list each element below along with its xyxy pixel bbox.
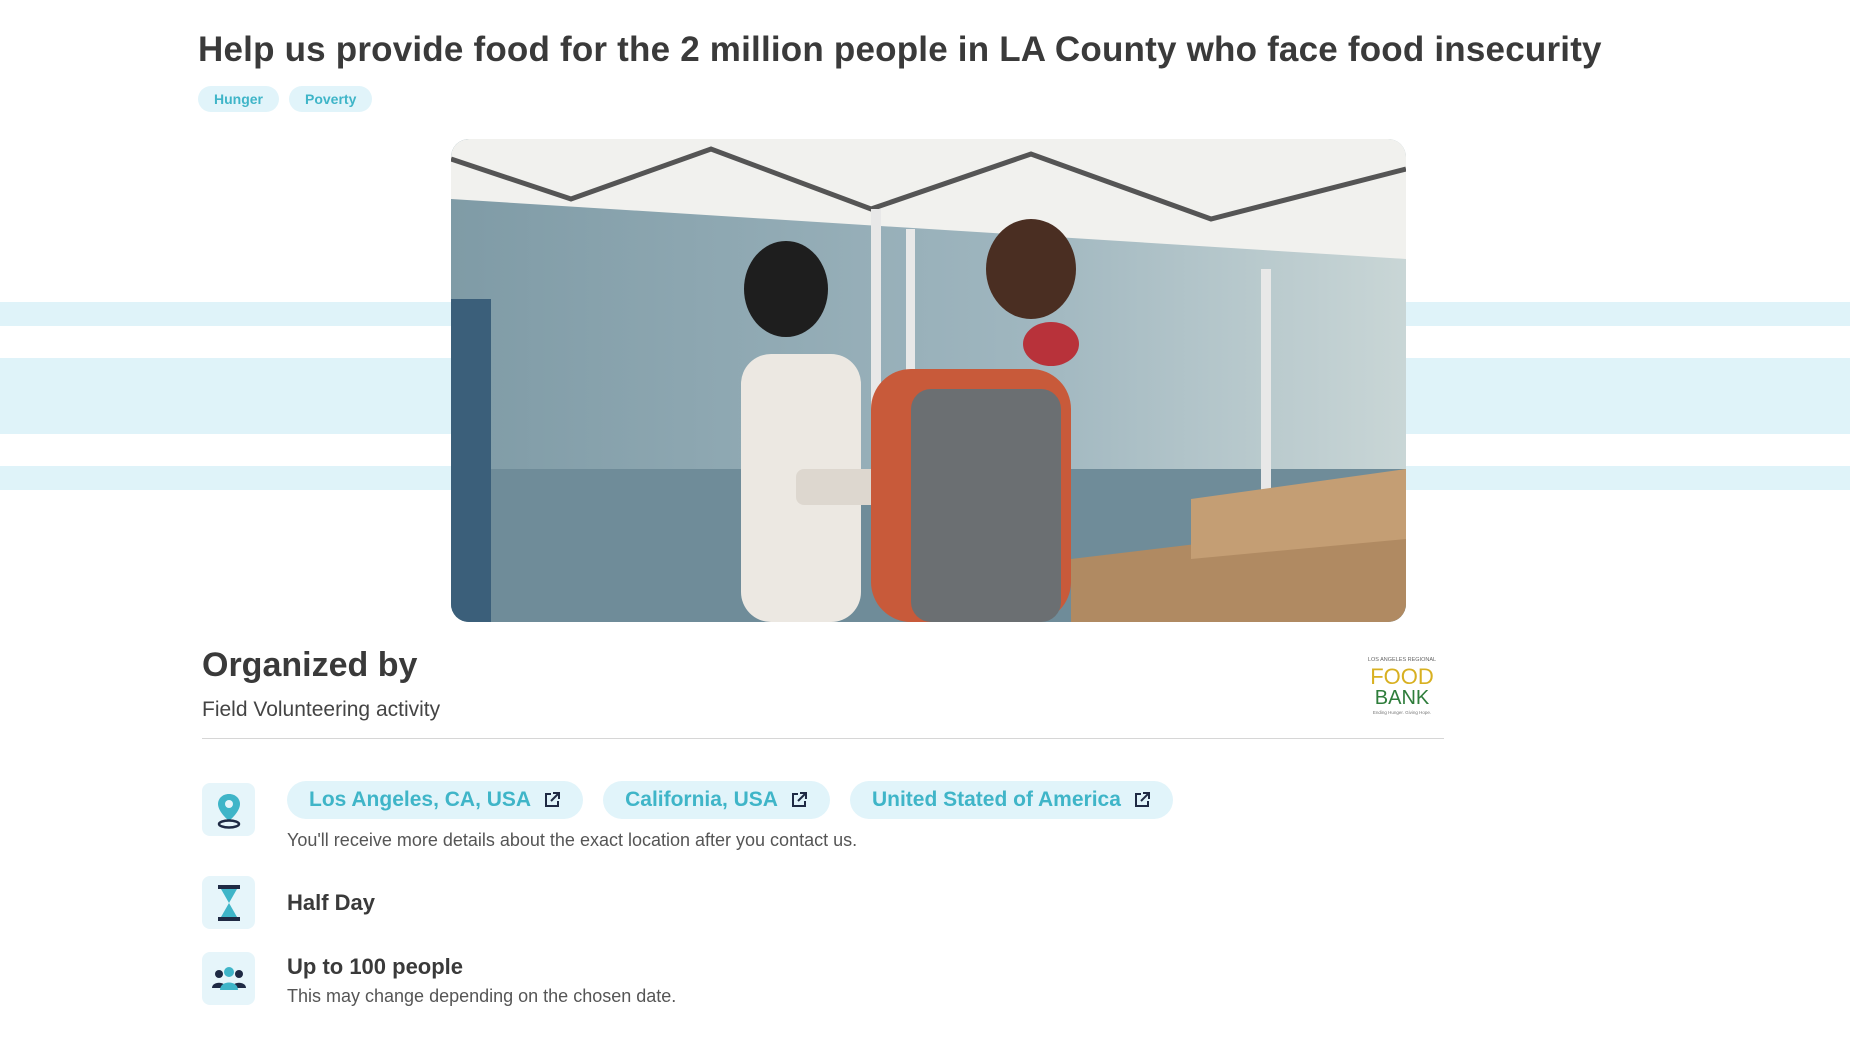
location-pin-icon	[202, 783, 255, 836]
location-chip-country[interactable]: United Stated of America	[849, 781, 1173, 819]
external-link-icon	[791, 792, 807, 807]
svg-text:Ending Hunger. Giving Hope.: Ending Hunger. Giving Hope.	[1373, 710, 1431, 715]
organizer-logo[interactable]: LOS ANGELES REGIONAL FOOD BANK Ending Hu…	[1362, 652, 1442, 718]
capacity-label: Up to 100 people	[287, 954, 464, 979]
svg-text:LOS ANGELES REGIONAL: LOS ANGELES REGIONAL	[1368, 657, 1436, 663]
location-chips: Los Angeles, CA, USA California, USA Uni…	[287, 781, 1173, 819]
organizer-heading: Organized by	[202, 646, 418, 684]
tag-list: Hunger Poverty	[198, 86, 373, 112]
capacity-note: This may change depending on the chosen …	[287, 986, 677, 1006]
location-chip-state[interactable]: California, USA	[603, 781, 830, 819]
people-icon	[202, 952, 255, 1005]
location-note: You'll receive more details about the ex…	[287, 830, 858, 850]
section-divider	[202, 738, 1444, 739]
external-link-icon	[1134, 792, 1150, 807]
svg-text:BANK: BANK	[1375, 687, 1430, 709]
tag-hunger[interactable]: Hunger	[198, 86, 279, 112]
tag-poverty[interactable]: Poverty	[289, 86, 373, 112]
hero-photo	[451, 139, 1406, 622]
page-title: Help us provide food for the 2 million p…	[198, 30, 1602, 69]
external-link-icon	[545, 792, 561, 807]
location-chip-city[interactable]: Los Angeles, CA, USA	[287, 781, 584, 819]
svg-text:FOOD: FOOD	[1370, 664, 1434, 689]
activity-type: Field Volunteering activity	[202, 698, 441, 721]
duration-label: Half Day	[287, 890, 376, 915]
hourglass-icon	[202, 876, 255, 929]
